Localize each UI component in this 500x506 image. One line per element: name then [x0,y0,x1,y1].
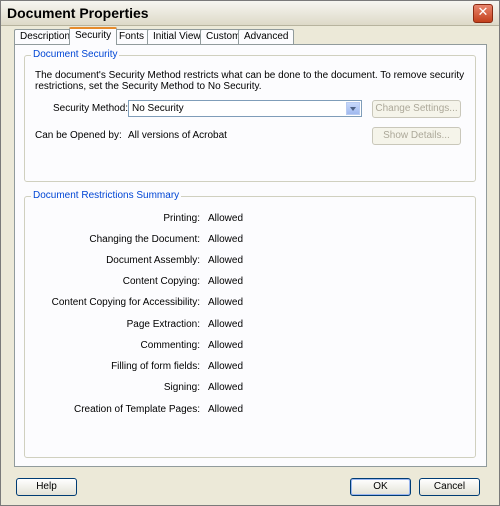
tab-advanced[interactable]: Advanced [238,29,295,44]
close-icon[interactable]: ✕ [473,4,493,23]
help-button[interactable]: Help [16,478,77,496]
tab-security[interactable]: Security [69,27,118,45]
security-method-label: Security Method: [53,103,129,114]
show-details-button[interactable]: Show Details... [372,127,461,145]
tab-description[interactable]: Description [14,29,77,44]
restriction-label-copying: Content Copying: [122,276,200,287]
restrictions-summary-group: Document Restrictions Summary Printing: … [24,190,476,458]
security-panel: Document Security The document's Securit… [14,44,487,467]
security-description-line1: The document's Security Method restricts… [35,70,465,81]
restriction-label-commenting: Commenting: [140,340,200,351]
restriction-value-signing: Allowed [208,382,244,393]
restriction-label-form-filling: Filling of form fields: [111,361,200,372]
ok-button[interactable]: OK [350,478,411,496]
security-description-line2: restrictions, set the Security Method to… [35,81,262,92]
restriction-value-commenting: Allowed [208,340,244,351]
restriction-label-signing: Signing: [163,382,200,393]
restrictions-summary-legend: Document Restrictions Summary [31,190,182,201]
restriction-value-template-pages: Allowed [208,404,244,415]
restriction-label-changing: Changing the Document: [89,234,200,245]
restriction-value-assembly: Allowed [208,255,244,266]
dialog-title: Document Properties [7,5,149,21]
security-method-select[interactable]: No Security [128,100,362,117]
opened-by-value: All versions of Acrobat [128,130,227,141]
restriction-value-form-filling: Allowed [208,361,244,372]
restriction-value-extraction: Allowed [208,319,244,330]
document-security-legend: Document Security [31,49,120,60]
tab-initial-view[interactable]: Initial View [147,29,207,44]
restriction-value-printing: Allowed [208,213,244,224]
restriction-label-extraction: Page Extraction: [126,319,200,330]
tab-fonts[interactable]: Fonts [113,29,151,44]
restriction-value-accessibility: Allowed [208,297,244,308]
cancel-button[interactable]: Cancel [419,478,480,496]
document-security-group: Document Security The document's Securit… [24,49,476,182]
restriction-value-changing: Allowed [208,234,244,245]
change-settings-button[interactable]: Change Settings... [372,100,461,118]
restriction-value-copying: Allowed [208,276,244,287]
chevron-down-icon[interactable] [346,102,360,115]
restriction-label-printing: Printing: [163,213,200,224]
security-method-value: No Security [132,103,184,114]
restriction-label-template-pages: Creation of Template Pages: [73,404,200,415]
restriction-label-accessibility: Content Copying for Accessibility: [51,297,200,308]
document-properties-dialog: Document Properties ✕ Description Securi… [0,0,500,506]
title-bar[interactable]: Document Properties ✕ [1,1,499,26]
opened-by-label: Can be Opened by: [35,130,122,141]
restriction-label-assembly: Document Assembly: [106,255,200,266]
